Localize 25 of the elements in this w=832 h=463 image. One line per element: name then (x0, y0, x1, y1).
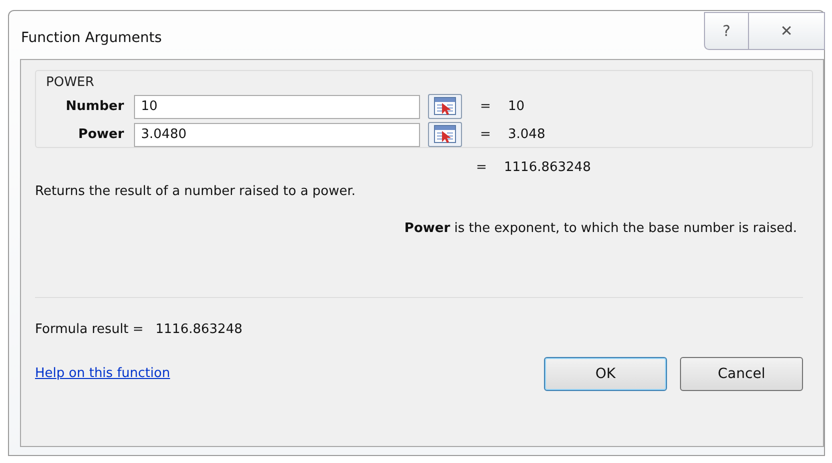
formula-result-value: 1116.863248 (156, 320, 242, 338)
close-button[interactable]: ✕ (749, 12, 825, 50)
result-value: 1116.863248 (504, 159, 591, 177)
help-button[interactable]: ? (704, 12, 749, 50)
argument-description: Power is the exponent, to which the base number is raised. (404, 221, 797, 236)
collapse-dialog-button[interactable] (428, 122, 462, 147)
cancel-button[interactable]: Cancel (680, 357, 803, 391)
argument-value: 10 (508, 98, 525, 116)
collapse-dialog-button[interactable] (428, 94, 462, 119)
equals-sign: = (480, 98, 492, 116)
range-select-icon (434, 97, 456, 116)
argument-input[interactable]: 10 (134, 94, 420, 118)
argument-value: 3.048 (508, 126, 546, 144)
equals-sign: = (476, 159, 488, 177)
formula-result-label: Formula result = (35, 320, 144, 338)
argument-label: Power (77, 126, 125, 144)
argument-label: Number (64, 98, 125, 116)
window-title: Function Arguments (21, 29, 162, 48)
ok-button[interactable]: OK (544, 357, 667, 391)
help-link[interactable]: Help on this function (35, 364, 170, 384)
function-description: Returns the result of a number raised to a power. (35, 184, 356, 198)
argument-input[interactable]: 3.0480 (134, 122, 420, 146)
function-name: POWER (46, 74, 96, 92)
range-select-icon (434, 125, 456, 144)
equals-sign: = (480, 126, 492, 144)
